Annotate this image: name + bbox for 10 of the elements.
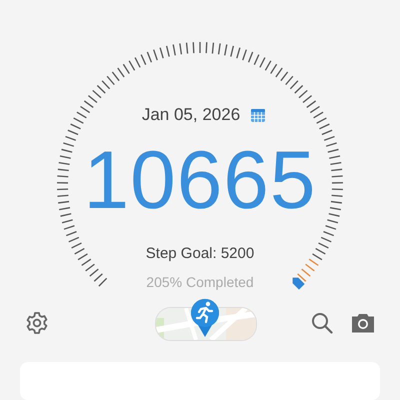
search-icon[interactable] — [311, 312, 333, 334]
step-count: 10665 — [83, 134, 317, 228]
settings-icon[interactable] — [25, 310, 49, 335]
runner-pin-icon[interactable] — [189, 296, 221, 337]
completion-label: 205% Completed — [146, 274, 254, 290]
camera-icon[interactable] — [351, 312, 375, 333]
calendar-icon[interactable] — [250, 107, 266, 123]
progress-marker — [292, 278, 305, 290]
step-goal-label: Step Goal: 5200 — [146, 245, 254, 262]
date-label: Jan 05, 2026 — [142, 105, 240, 125]
